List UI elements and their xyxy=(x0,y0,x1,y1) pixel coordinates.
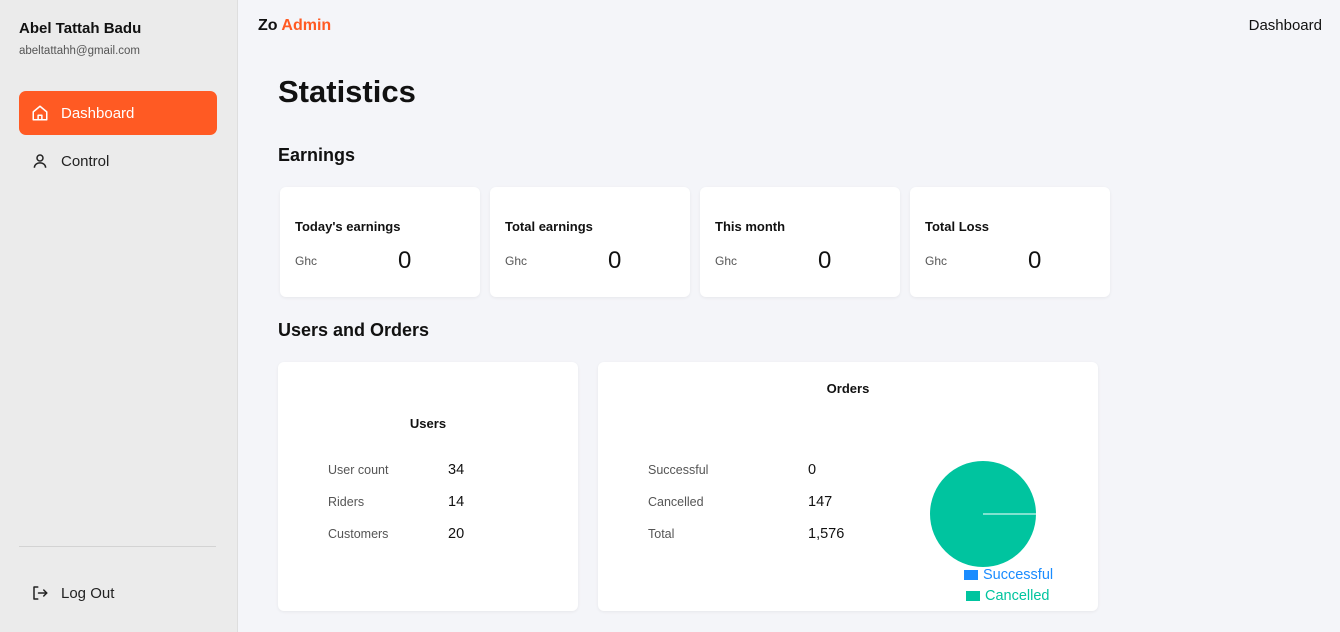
earnings-currency: Ghc xyxy=(505,254,528,268)
stat-value: 34 xyxy=(448,462,465,478)
stat-value: 147 xyxy=(808,494,833,510)
brand-suffix: Admin xyxy=(281,17,332,34)
legend-swatch-cancelled xyxy=(966,591,980,601)
users-card-title: Users xyxy=(409,416,447,431)
earnings-label: Total Loss xyxy=(925,219,990,234)
main-content: Zo Admin Dashboard Statistics Earnings T… xyxy=(238,0,1340,632)
user-email: abeltattahh@gmail.com xyxy=(19,45,140,57)
earnings-value: 0 xyxy=(608,247,622,274)
stat-value: 14 xyxy=(448,494,465,510)
stat-label: Customers xyxy=(328,527,389,541)
legend-swatch-successful xyxy=(964,570,978,580)
brand-prefix: Zo xyxy=(258,17,278,34)
stat-label: User count xyxy=(328,463,389,477)
users-card: Users User count 34 Riders 14 Customers … xyxy=(278,362,578,611)
earnings-card-total: Total earnings Ghc 0 xyxy=(490,187,690,297)
app: Abel Tattah Badu abeltattahh@gmail.com D… xyxy=(0,0,1340,632)
logout-icon xyxy=(31,584,49,602)
earnings-card-loss: Total Loss Ghc 0 xyxy=(910,187,1110,297)
page-title: Statistics xyxy=(278,74,416,109)
earnings-label: Today's earnings xyxy=(295,219,401,234)
earnings-card-month: This month Ghc 0 xyxy=(700,187,900,297)
sidebar: Abel Tattah Badu abeltattahh@gmail.com D… xyxy=(0,0,238,632)
sidebar-item-label: Control xyxy=(61,152,110,170)
home-icon xyxy=(31,104,49,122)
earnings-currency: Ghc xyxy=(925,254,948,268)
earnings-label: Total earnings xyxy=(505,219,593,234)
earnings-currency: Ghc xyxy=(295,254,318,268)
legend-cancelled[interactable]: Cancelled xyxy=(966,588,1050,604)
logout-label: Log Out xyxy=(61,584,115,602)
earnings-title: Earnings xyxy=(278,145,356,165)
earnings-value: 0 xyxy=(1028,247,1042,274)
logout-button[interactable]: Log Out xyxy=(31,584,114,602)
earnings-value: 0 xyxy=(398,247,412,274)
earnings-card-today: Today's earnings Ghc 0 xyxy=(280,187,480,297)
orders-card-title: Orders xyxy=(826,381,870,396)
earnings-currency: Ghc xyxy=(715,254,738,268)
stat-value: 20 xyxy=(448,526,465,542)
earnings-value: 0 xyxy=(818,247,832,274)
legend-successful[interactable]: Successful xyxy=(964,567,1053,583)
stat-label: Successful xyxy=(648,463,709,477)
user-icon xyxy=(31,152,49,170)
header-nav-dashboard[interactable]: Dashboard xyxy=(1249,17,1322,34)
brand-logo[interactable]: Zo Admin xyxy=(258,17,331,35)
sidebar-item-control[interactable]: Control xyxy=(19,139,217,183)
orders-card: Orders Successful 0 Cancelled 147 Total … xyxy=(598,362,1098,611)
stat-value: 1,576 xyxy=(808,526,845,542)
sidebar-nav: Dashboard Control xyxy=(19,91,217,183)
stat-label: Riders xyxy=(328,495,365,509)
legend-label: Cancelled xyxy=(985,588,1050,604)
stat-label: Cancelled xyxy=(648,495,704,509)
sidebar-item-dashboard[interactable]: Dashboard xyxy=(19,91,217,135)
legend-label: Successful xyxy=(983,567,1054,583)
users-orders-title: Users and Orders xyxy=(278,320,430,340)
earnings-label: This month xyxy=(715,219,786,234)
stat-label: Total xyxy=(648,527,675,541)
stat-value: 0 xyxy=(808,462,817,478)
sidebar-divider xyxy=(19,546,216,547)
sidebar-item-label: Dashboard xyxy=(61,104,135,122)
user-name: Abel Tattah Badu xyxy=(19,20,142,37)
orders-pie-chart xyxy=(930,461,1036,567)
